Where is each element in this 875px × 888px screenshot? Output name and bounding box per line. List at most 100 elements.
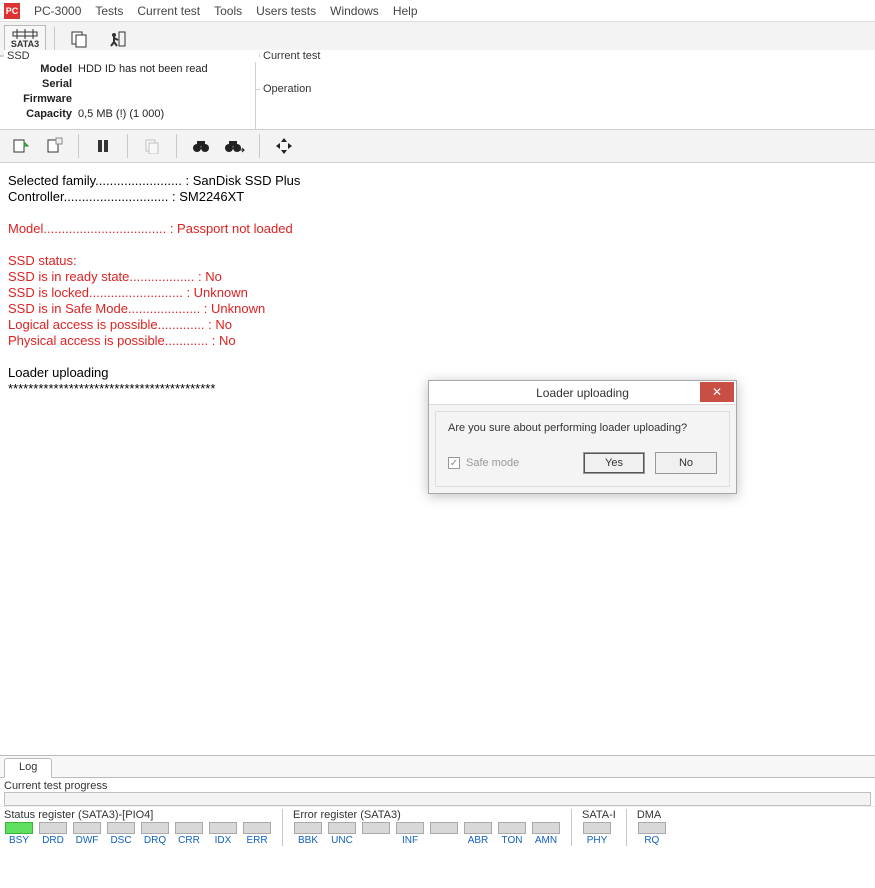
toolbar-separator [259, 134, 260, 158]
progress-bar [4, 792, 871, 806]
register-cell: DRQ [140, 822, 170, 846]
dialog-titlebar[interactable]: Loader uploading ✕ [429, 381, 736, 405]
menu-users-tests[interactable]: Users tests [256, 4, 316, 18]
register-cell: RQ [637, 822, 667, 846]
register-cell [361, 822, 391, 846]
register-light [430, 822, 458, 834]
loader-uploading-dialog: Loader uploading ✕ Are you sure about pe… [428, 380, 737, 494]
register-label: UNC [331, 835, 353, 846]
toolbar-separator [54, 27, 55, 51]
documents-icon [70, 30, 90, 48]
register-label: INF [402, 835, 418, 846]
save-file-button[interactable] [40, 133, 68, 159]
port-label: SATA3 [11, 39, 39, 49]
group-divider [282, 809, 283, 846]
error-register-group: Error register (SATA3) BBK UNC INF ABR TON AM… [293, 809, 561, 846]
sata-i-group: SATA-I PHY [582, 809, 616, 846]
right-panels: Current test Operation [256, 57, 875, 129]
register-light [328, 822, 356, 834]
menu-current-test[interactable]: Current test [137, 4, 200, 18]
menu-tests[interactable]: Tests [95, 4, 123, 18]
move-icon [275, 137, 293, 155]
console-line: Loader uploading [8, 365, 867, 381]
copy-icon [144, 138, 160, 154]
console-line [8, 349, 867, 365]
console-line [8, 205, 867, 221]
register-label: IDX [215, 835, 232, 846]
register-cell: ABR [463, 822, 493, 846]
exit-button[interactable] [101, 25, 135, 53]
menu-help[interactable]: Help [393, 4, 418, 18]
ssd-field-value: 0,5 MB (!) (1 000) [78, 108, 164, 120]
register-cell: BSY [4, 822, 34, 846]
copy-button[interactable] [138, 133, 166, 159]
register-light [464, 822, 492, 834]
register-label: BSY [9, 835, 29, 846]
yes-button[interactable]: Yes [583, 452, 645, 474]
register-light [39, 822, 67, 834]
close-icon: ✕ [712, 385, 722, 399]
register-label: DWF [76, 835, 99, 846]
register-label: CRR [178, 835, 200, 846]
save-file-icon [45, 137, 63, 155]
pause-button[interactable] [89, 133, 117, 159]
documents-button[interactable] [63, 25, 97, 53]
safe-mode-label: Safe mode [466, 457, 519, 469]
register-light [73, 822, 101, 834]
register-light [498, 822, 526, 834]
register-label: TON [502, 835, 523, 846]
ssd-field-label: Serial [6, 78, 78, 90]
open-file-button[interactable] [6, 133, 34, 159]
no-button[interactable]: No [655, 452, 717, 474]
register-label: PHY [587, 835, 608, 846]
dialog-close-button[interactable]: ✕ [700, 382, 734, 402]
tab-strip: Log [0, 755, 875, 777]
registers-bar: Status register (SATA3)-[PIO4] BSY DRD DWF… [0, 806, 875, 846]
register-label: DRD [42, 835, 64, 846]
error-register-title: Error register (SATA3) [293, 809, 561, 822]
toolbar-secondary [0, 129, 875, 163]
register-label: ABR [468, 835, 489, 846]
move-button[interactable] [270, 133, 298, 159]
console-line: Controller............................. … [8, 189, 867, 205]
open-file-icon [11, 137, 29, 155]
sata-connector-icon [12, 29, 38, 39]
register-light [583, 822, 611, 834]
operation-legend: Operation [260, 83, 875, 95]
register-cell: ERR [242, 822, 272, 846]
pause-icon [96, 139, 110, 153]
dialog-message: Are you sure about performing loader upl… [448, 422, 717, 434]
register-cell: UNC [327, 822, 357, 846]
dma-group: DMA RQ [637, 809, 667, 846]
binoculars-arrow-icon [225, 139, 245, 153]
find-button[interactable] [187, 133, 215, 159]
toolbar-separator [176, 134, 177, 158]
register-cell: PHY [582, 822, 612, 846]
dma-title: DMA [637, 809, 667, 822]
console-line: Logical access is possible............. … [8, 317, 867, 333]
exit-icon [109, 30, 127, 48]
port-selector-button[interactable]: SATA3 [4, 25, 46, 53]
console-line: Physical access is possible............ … [8, 333, 867, 349]
tab-log[interactable]: Log [4, 758, 52, 778]
register-light [362, 822, 390, 834]
register-label: AMN [535, 835, 557, 846]
ssd-field-label: Firmware [6, 93, 78, 105]
menu-tools[interactable]: Tools [214, 4, 242, 18]
console-line: SSD is locked.......................... … [8, 285, 867, 301]
current-test-legend: Current test [260, 50, 875, 62]
register-light [396, 822, 424, 834]
status-register-title: Status register (SATA3)-[PIO4] [4, 809, 272, 822]
find-next-button[interactable] [221, 133, 249, 159]
register-cell: BBK [293, 822, 323, 846]
group-divider [626, 809, 627, 846]
register-light [141, 822, 169, 834]
sata-i-title: SATA-I [582, 809, 616, 822]
ssd-field-row: Serial [6, 78, 249, 93]
register-light [209, 822, 237, 834]
menu-windows[interactable]: Windows [330, 4, 379, 18]
register-label: RQ [644, 835, 659, 846]
register-light [107, 822, 135, 834]
ssd-panel: SSD ModelHDD ID has not been readSerialF… [0, 57, 256, 129]
console-line: Model.................................. … [8, 221, 867, 237]
